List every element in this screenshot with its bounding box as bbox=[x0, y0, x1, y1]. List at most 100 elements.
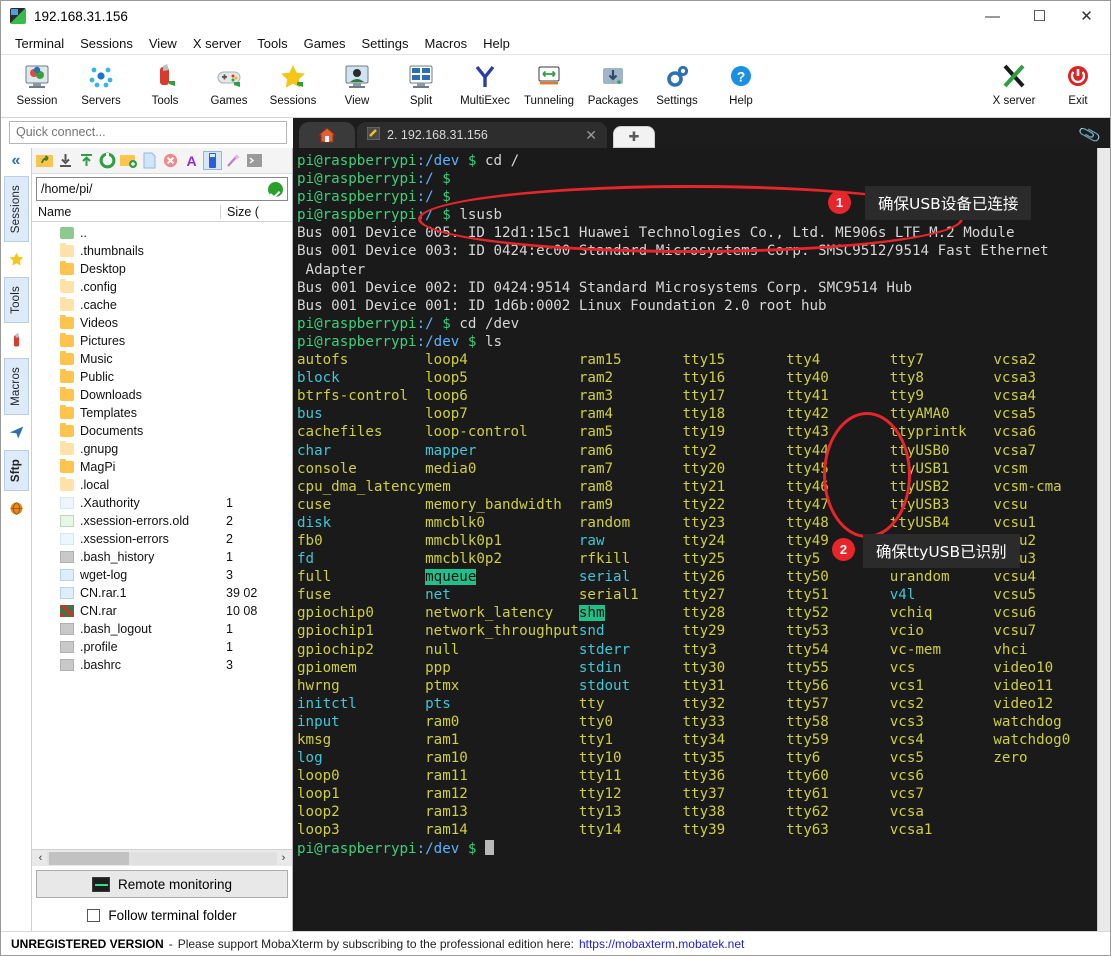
maximize-button[interactable]: ☐ bbox=[1016, 1, 1063, 32]
sftp-horizontal-scrollbar[interactable]: ‹ › bbox=[32, 849, 292, 866]
menu-terminal[interactable]: Terminal bbox=[7, 34, 72, 53]
file-row[interactable]: .config bbox=[32, 278, 292, 296]
ls-entry-name: tty12 bbox=[578, 786, 622, 803]
rail-knife-icon-wrap[interactable] bbox=[4, 325, 29, 356]
toolbar-packages-button[interactable]: Packages bbox=[581, 58, 645, 116]
close-icon[interactable]: ✕ bbox=[563, 127, 597, 144]
binary-mode-icon[interactable] bbox=[203, 151, 222, 170]
ls-entry: tty19 bbox=[683, 423, 787, 441]
ls-entry: video11 bbox=[993, 677, 1097, 695]
ls-entry-name: tty28 bbox=[682, 605, 726, 622]
ls-entry-name: tty29 bbox=[682, 623, 726, 640]
upload-icon[interactable] bbox=[78, 152, 95, 169]
toolbar-games-button[interactable]: Games bbox=[197, 58, 261, 116]
rail-tab-sftp[interactable]: Sftp bbox=[3, 450, 29, 492]
terminal-vertical-scrollbar[interactable] bbox=[1097, 148, 1110, 931]
column-header-size[interactable]: Size ( bbox=[220, 205, 292, 219]
menu-x-server[interactable]: X server bbox=[185, 34, 249, 53]
file-row[interactable]: .bashrc 3 bbox=[32, 656, 292, 674]
menu-help[interactable]: Help bbox=[475, 34, 518, 53]
new-tab-button[interactable]: ✚ bbox=[613, 126, 655, 148]
file-row[interactable]: Templates bbox=[32, 404, 292, 422]
rail-tab-macros[interactable]: Macros bbox=[3, 358, 29, 416]
toolbar-session-button[interactable]: Session bbox=[5, 58, 69, 116]
collapse-sidebar-button[interactable]: « bbox=[12, 152, 21, 170]
toolbar-tunneling-button[interactable]: Tunneling bbox=[517, 58, 581, 116]
file-row[interactable]: .xsession-errors.old 2 bbox=[32, 512, 292, 530]
file-row[interactable]: .xsession-errors 2 bbox=[32, 530, 292, 548]
rail-globe-icon-wrap[interactable] bbox=[4, 493, 29, 524]
toolbar-help-button[interactable]: ? Help bbox=[709, 58, 773, 116]
toolbar-settings-button[interactable]: Settings bbox=[645, 58, 709, 116]
new-file-icon[interactable] bbox=[141, 152, 158, 169]
delete-icon[interactable] bbox=[162, 152, 179, 169]
go-up-folder-icon[interactable] bbox=[36, 152, 53, 169]
follow-terminal-checkbox[interactable] bbox=[87, 909, 101, 922]
file-row[interactable]: MagPi bbox=[32, 458, 292, 476]
follow-terminal-folder-row[interactable]: Follow terminal folder bbox=[32, 902, 292, 931]
file-row[interactable]: Music bbox=[32, 350, 292, 368]
menu-settings[interactable]: Settings bbox=[354, 34, 417, 53]
file-row[interactable]: Downloads bbox=[32, 386, 292, 404]
file-row[interactable]: .gnupg bbox=[32, 440, 292, 458]
file-row[interactable]: Public bbox=[32, 368, 292, 386]
menu-macros[interactable]: Macros bbox=[416, 34, 475, 53]
file-row[interactable]: CN.rar.1 39 02 bbox=[32, 584, 292, 602]
file-row[interactable]: Videos bbox=[32, 314, 292, 332]
toolbar-view-button[interactable]: View bbox=[325, 58, 389, 116]
scroll-right-icon[interactable]: › bbox=[277, 852, 290, 864]
terminal-here-icon[interactable] bbox=[246, 152, 263, 169]
sftp-file-list[interactable]: .. .thumbnails Desktop .config .cache Videos P… bbox=[32, 222, 292, 849]
toolbar-exit-button[interactable]: Exit bbox=[1046, 58, 1110, 116]
text-mode-icon[interactable]: A bbox=[183, 152, 200, 169]
new-folder-icon[interactable] bbox=[120, 152, 137, 169]
toolbar-multiexec-button[interactable]: MultiExec bbox=[453, 58, 517, 116]
quick-connect-wrapper bbox=[1, 118, 293, 148]
scroll-left-icon[interactable]: ‹ bbox=[34, 852, 47, 864]
file-row[interactable]: .bash_history 1 bbox=[32, 548, 292, 566]
file-row[interactable]: .Xauthority 1 bbox=[32, 494, 292, 512]
toolbar-sessions-button[interactable]: Sessions bbox=[261, 58, 325, 116]
mobaxterm-link[interactable]: https://mobaxterm.mobatek.net bbox=[579, 937, 744, 951]
file-row[interactable]: .. bbox=[32, 224, 292, 242]
menu-view[interactable]: View bbox=[141, 34, 185, 53]
toolbar-tools-button[interactable]: Tools bbox=[133, 58, 197, 116]
ls-entry-name: fb0 bbox=[297, 532, 323, 549]
menu-tools[interactable]: Tools bbox=[249, 34, 295, 53]
menu-games[interactable]: Games bbox=[296, 34, 354, 53]
file-row[interactable]: wget-log 3 bbox=[32, 566, 292, 584]
sftp-path-bar[interactable]: /home/pi/ bbox=[36, 177, 288, 201]
home-tab[interactable] bbox=[299, 122, 355, 148]
toolbar-split-button[interactable]: Split bbox=[389, 58, 453, 116]
column-header-name[interactable]: Name bbox=[38, 205, 220, 219]
minimize-button[interactable]: — bbox=[969, 1, 1016, 32]
scroll-thumb[interactable] bbox=[49, 851, 129, 865]
toolbar-xserver-button[interactable]: X server bbox=[982, 58, 1046, 116]
rail-star-icon-wrap[interactable] bbox=[4, 244, 29, 275]
ls-entry: tty60 bbox=[786, 767, 890, 785]
remote-monitoring-button[interactable]: Remote monitoring bbox=[36, 870, 288, 898]
rail-tab-tools[interactable]: Tools bbox=[3, 277, 29, 324]
terminal-session-tab[interactable]: 2. 192.168.31.156 ✕ bbox=[357, 122, 607, 148]
refresh-icon[interactable] bbox=[99, 152, 116, 169]
file-row[interactable]: Documents bbox=[32, 422, 292, 440]
quick-connect-input[interactable] bbox=[9, 120, 287, 144]
paperclip-icon[interactable]: 📎 bbox=[1077, 122, 1103, 148]
file-row[interactable]: CN.rar 10 08 bbox=[32, 602, 292, 620]
file-row[interactable]: .local bbox=[32, 476, 292, 494]
file-row[interactable]: Desktop bbox=[32, 260, 292, 278]
file-row[interactable]: Pictures bbox=[32, 332, 292, 350]
magic-wand-icon[interactable] bbox=[225, 152, 242, 169]
file-row[interactable]: .bash_logout 1 bbox=[32, 620, 292, 638]
rail-send-icon-wrap[interactable] bbox=[4, 417, 29, 448]
rail-tab-sessions[interactable]: Sessions bbox=[3, 176, 29, 243]
file-row[interactable]: .thumbnails bbox=[32, 242, 292, 260]
close-button[interactable]: ✕ bbox=[1063, 1, 1110, 32]
scroll-track[interactable] bbox=[47, 851, 277, 865]
download-icon[interactable] bbox=[57, 152, 74, 169]
toolbar-servers-button[interactable]: Servers bbox=[69, 58, 133, 116]
menu-sessions[interactable]: Sessions bbox=[72, 34, 141, 53]
file-row[interactable]: .cache bbox=[32, 296, 292, 314]
ls-entry: tty44 bbox=[786, 442, 890, 460]
file-row[interactable]: .profile 1 bbox=[32, 638, 292, 656]
